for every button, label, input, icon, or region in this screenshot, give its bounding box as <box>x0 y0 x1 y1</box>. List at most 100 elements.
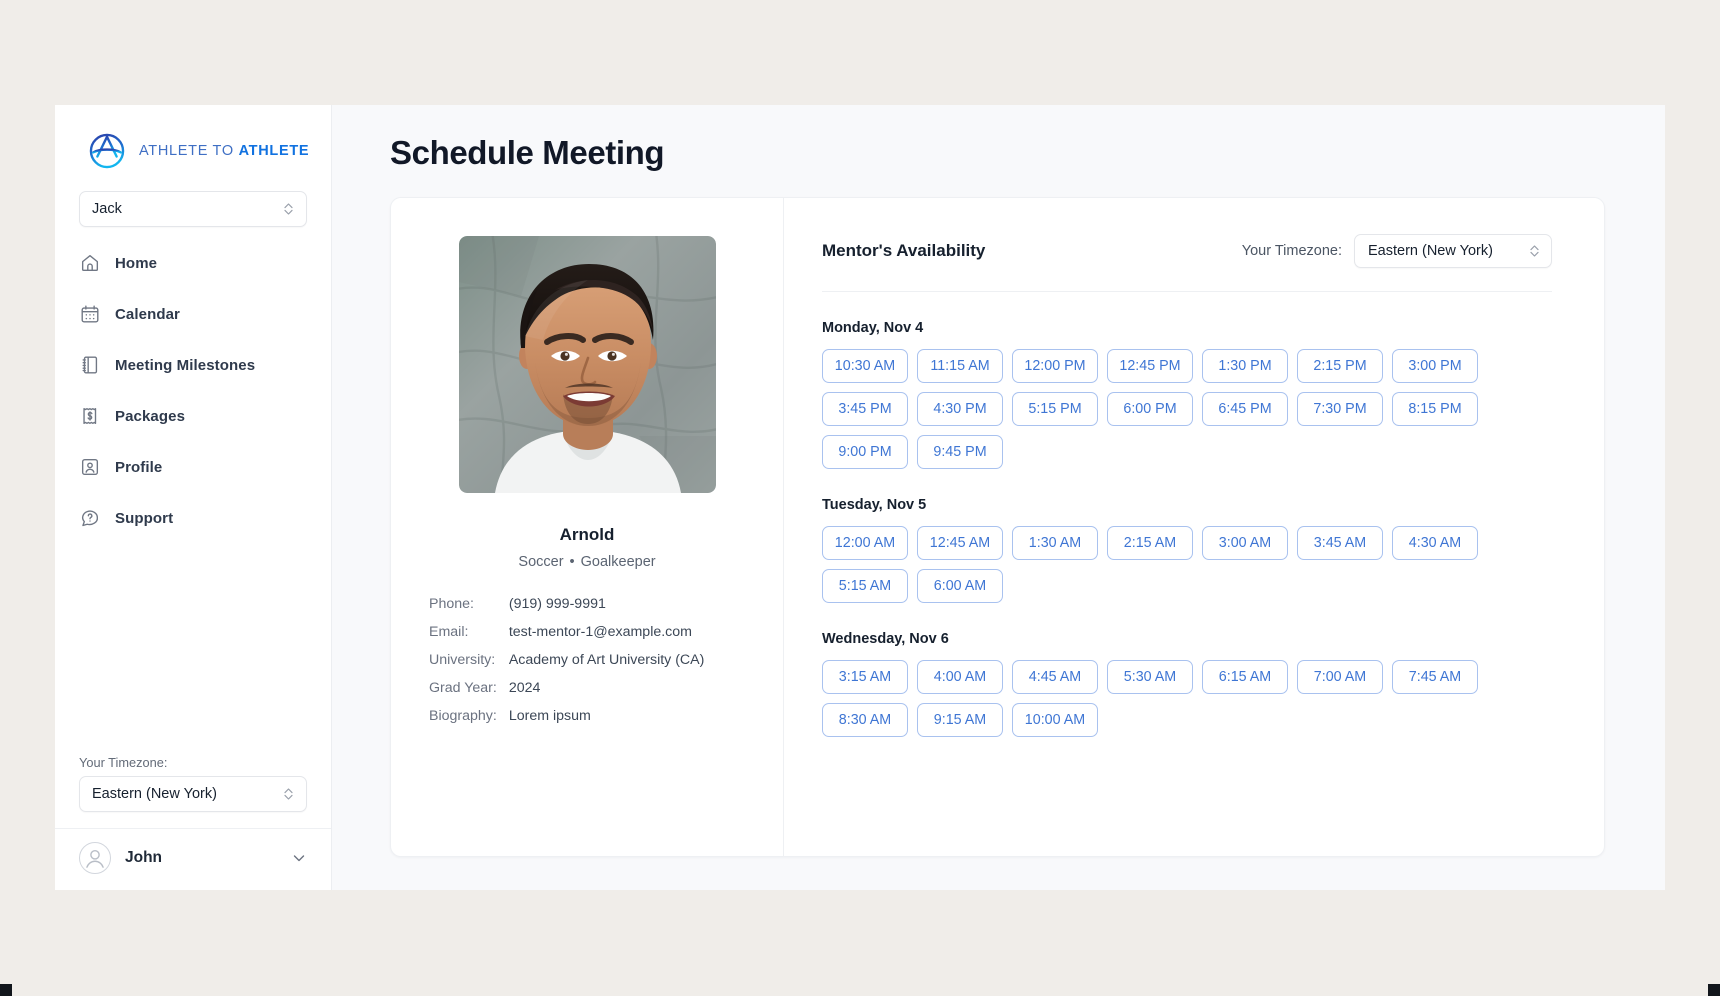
sidebar-item-meeting-milestones[interactable]: Meeting Milestones <box>55 349 331 381</box>
time-slot-button[interactable]: 8:15 PM <box>1392 392 1478 426</box>
availability-timezone: Your Timezone: Eastern (New York) <box>1242 234 1552 268</box>
time-slot-button[interactable]: 5:15 AM <box>822 569 908 603</box>
day-title: Monday, Nov 4 <box>822 320 924 336</box>
fact-label: Biography: <box>429 708 497 724</box>
up-down-chevron-icon <box>283 201 294 217</box>
account-select-value: Jack <box>92 201 122 217</box>
time-slot-button[interactable]: 4:30 PM <box>917 392 1003 426</box>
app-window: ATHLETE TO ATHLETE Jack Home Calendar Me… <box>55 105 1665 890</box>
mentor-sport: Soccer <box>518 554 564 570</box>
account-select[interactable]: Jack <box>79 191 307 227</box>
time-slot-button[interactable]: 12:45 PM <box>1107 349 1193 383</box>
time-slot-button[interactable]: 10:00 AM <box>1012 703 1098 737</box>
brand-logo[interactable]: ATHLETE TO ATHLETE <box>55 105 331 177</box>
time-slot-button[interactable]: 9:00 PM <box>822 435 908 469</box>
sidebar-item-profile[interactable]: Profile <box>55 451 331 483</box>
time-slot-button[interactable]: 12:45 AM <box>917 526 1003 560</box>
sidebar-item-home[interactable]: Home <box>55 247 331 279</box>
mentor-position: Goalkeeper <box>580 554 656 570</box>
schedule-meeting-card: Arnold Soccer • Goalkeeper Phone: (919) 99… <box>390 197 1605 857</box>
time-slot-button[interactable]: 2:15 PM <box>1297 349 1383 383</box>
sidebar-item-calendar[interactable]: Calendar <box>55 298 331 330</box>
sidebar-item-label: Support <box>115 509 174 527</box>
fact-value: (919) 999-9991 <box>508 596 606 612</box>
time-slot-button[interactable]: 4:45 AM <box>1012 660 1098 694</box>
up-down-chevron-icon <box>283 786 294 802</box>
fact-label: Email: <box>429 624 469 640</box>
mentor-sport-position: Soccer • Goalkeeper <box>429 554 745 570</box>
time-slot-button[interactable]: 3:45 AM <box>1297 526 1383 560</box>
question-chat-icon <box>79 507 101 529</box>
time-slot-button[interactable]: 9:45 PM <box>917 435 1003 469</box>
sidebar-item-packages[interactable]: Packages <box>55 400 331 432</box>
receipt-dollar-icon <box>79 405 101 427</box>
time-slot-button[interactable]: 12:00 AM <box>822 526 908 560</box>
time-slot-button[interactable]: 1:30 AM <box>1012 526 1098 560</box>
time-slot-button[interactable]: 5:15 PM <box>1012 392 1098 426</box>
mentor-facts: Phone: (919) 999-9991 Email: test-mentor… <box>429 596 745 724</box>
time-slot-button[interactable]: 1:30 PM <box>1202 349 1288 383</box>
availability-timezone-value: Eastern (New York) <box>1368 243 1493 259</box>
chevron-down-icon <box>291 850 307 866</box>
day-block-tuesday: Tuesday, Nov 5 12:00 AM 12:45 AM 1:30 AM 2:… <box>822 497 1552 603</box>
time-slot-button[interactable]: 9:15 AM <box>917 703 1003 737</box>
time-slot-button[interactable]: 6:45 PM <box>1202 392 1288 426</box>
mentor-photo <box>458 236 716 493</box>
time-slot-button[interactable]: 6:00 AM <box>917 569 1003 603</box>
time-slot-button[interactable]: 8:30 AM <box>822 703 908 737</box>
user-menu[interactable]: John <box>55 828 331 890</box>
up-down-chevron-icon <box>1529 243 1540 259</box>
time-slot-button[interactable]: 3:45 PM <box>822 392 908 426</box>
fact-label: Grad Year: <box>429 680 497 696</box>
fact-value: 2024 <box>508 680 541 696</box>
calendar-icon <box>79 303 101 325</box>
time-slot-button[interactable]: 7:45 AM <box>1392 660 1478 694</box>
sidebar-item-label: Meeting Milestones <box>115 356 256 374</box>
time-slot-button[interactable]: 3:00 AM <box>1202 526 1288 560</box>
time-slot-button[interactable]: 6:15 AM <box>1202 660 1288 694</box>
time-slot-button[interactable]: 12:00 PM <box>1012 349 1098 383</box>
day-block-monday: Monday, Nov 4 10:30 AM 11:15 AM 12:00 PM 12… <box>822 320 1552 469</box>
sidebar: ATHLETE TO ATHLETE Jack Home Calendar Me… <box>55 105 332 890</box>
availability-timezone-select[interactable]: Eastern (New York) <box>1354 234 1552 268</box>
user-avatar-icon <box>79 842 111 874</box>
availability-header: Mentor's Availability Your Timezone: Eas… <box>822 234 1552 268</box>
divider <box>822 291 1552 292</box>
sidebar-item-label: Calendar <box>115 305 180 323</box>
time-slot-button[interactable]: 4:30 AM <box>1392 526 1478 560</box>
time-slot-button[interactable]: 7:30 PM <box>1297 392 1383 426</box>
sidebar-nav: Home Calendar Meeting Milestones Package… <box>55 247 331 553</box>
day-title: Wednesday, Nov 6 <box>822 631 949 647</box>
fact-value: Academy of Art University (CA) <box>508 652 705 668</box>
sidebar-item-support[interactable]: Support <box>55 502 331 534</box>
time-slot-button[interactable]: 10:30 AM <box>822 349 908 383</box>
page-title: Schedule Meeting <box>390 134 665 171</box>
time-slot-button[interactable]: 5:30 AM <box>1107 660 1193 694</box>
time-slot-button[interactable]: 6:00 PM <box>1107 392 1193 426</box>
screen-corner-marker <box>1708 984 1720 996</box>
user-card-icon <box>79 456 101 478</box>
account-select-wrapper: Jack <box>55 177 331 227</box>
sidebar-footer: Your Timezone: Eastern (New York) John <box>55 755 331 890</box>
fact-value: Lorem ipsum <box>508 708 591 724</box>
time-slot-button[interactable]: 7:00 AM <box>1297 660 1383 694</box>
sidebar-item-label: Home <box>115 254 158 272</box>
time-slot-button[interactable]: 3:00 PM <box>1392 349 1478 383</box>
sidebar-timezone-value: Eastern (New York) <box>92 786 217 802</box>
home-icon <box>79 252 101 274</box>
fact-label: Phone: <box>429 596 474 612</box>
user-name: John <box>125 849 163 866</box>
day-block-wednesday: Wednesday, Nov 6 3:15 AM 4:00 AM 4:45 AM 5:… <box>822 631 1552 737</box>
sidebar-timezone-label: Your Timezone: <box>79 755 168 770</box>
time-slot-button[interactable]: 2:15 AM <box>1107 526 1193 560</box>
time-slot-button[interactable]: 3:15 AM <box>822 660 908 694</box>
sidebar-timezone-select[interactable]: Eastern (New York) <box>79 776 307 812</box>
slot-list: 10:30 AM 11:15 AM 12:00 PM 12:45 PM 1:30 PM 2… <box>822 349 1482 469</box>
availability-panel: Mentor's Availability Your Timezone: Eas… <box>784 198 1604 856</box>
sidebar-item-label: Packages <box>115 407 186 425</box>
day-title: Tuesday, Nov 5 <box>822 497 927 513</box>
time-slot-button[interactable]: 4:00 AM <box>917 660 1003 694</box>
separator-dot: • <box>569 554 575 570</box>
time-slot-button[interactable]: 11:15 AM <box>917 349 1003 383</box>
mentor-profile-panel: Arnold Soccer • Goalkeeper Phone: (919) 99… <box>391 198 784 856</box>
